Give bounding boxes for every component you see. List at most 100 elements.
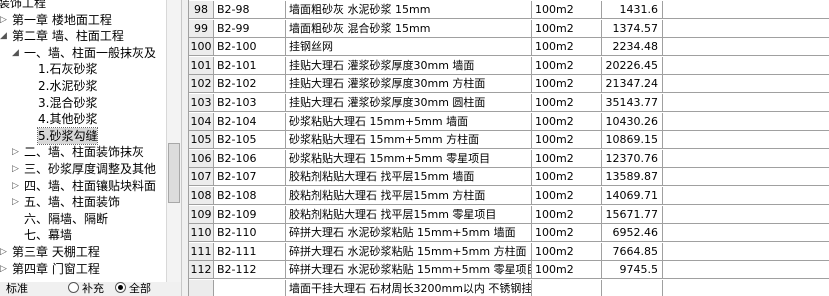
quota-unit: 100m2 — [532, 1, 602, 19]
empty-cell — [663, 224, 829, 243]
row-index: 107 — [189, 168, 214, 187]
tree-item[interactable]: 六、隔墙、隔断 — [24, 211, 108, 227]
quota-code: B2-108 — [214, 187, 286, 205]
tree-expander-icon[interactable]: ▷ — [11, 161, 20, 177]
row-index: 105 — [189, 131, 214, 150]
tree-item[interactable]: 七、幕墙 — [24, 227, 72, 243]
tree-item[interactable]: 三、砂浆厚度调整及其他 — [24, 161, 156, 177]
tree-expander-icon[interactable]: ◢ — [11, 45, 20, 61]
row-index — [189, 280, 214, 296]
table-row[interactable]: 105 B2-105 砂浆粘贴大理石 15mm+5mm 方柱面 100m2 10869.… — [189, 131, 829, 150]
tree-expander-icon[interactable]: ▷ — [11, 194, 20, 210]
quota-code: B2-98 — [214, 1, 286, 19]
table-row[interactable]: 112 B2-112 碎拼大理石 水泥砂浆粘贴 15mm+5mm 零星项目 100m2… — [189, 261, 829, 280]
quota-unit: 100m2 — [532, 131, 602, 150]
tree-item[interactable]: 第一章 楼地面工程 — [12, 12, 112, 28]
table-row[interactable]: 100 B2-100 挂钢丝网 100m2 2234.48 — [189, 38, 829, 57]
filter-option-supplement[interactable]: 补充 — [68, 282, 104, 296]
chapter-tree[interactable]: 装饰工程 ▷ 第一章 楼地面工程 ◢ 第二章 墙、柱面工程 ◢ 一、墙、柱面一般抹灰及 1.石… — [0, 0, 167, 282]
tree-item[interactable]: 5.砂浆勾缝 — [36, 126, 99, 145]
table-row[interactable]: 109 B2-109 胶粘剂粘贴大理石 找平层15mm 零星项目 100m2 15671… — [189, 205, 829, 224]
empty-cell — [663, 206, 829, 224]
quota-name: 墙面干挂大理石 石材周长3200mm以内 不锈钢挂 — [286, 280, 532, 296]
table-row[interactable]: 101 B2-101 挂贴大理石 灌浆砂浆厚度30mm 墙面 100m2 20226.4… — [189, 56, 829, 75]
table-row[interactable]: 108 B2-108 胶粘剂粘贴大理石 找平层15mm 方柱面 100m2 14069.… — [189, 187, 829, 205]
table-row[interactable]: 墙面干挂大理石 石材周长3200mm以内 不锈钢挂 — [189, 280, 829, 296]
tree-item[interactable]: 四、墙、柱面镶贴块料面 — [24, 178, 156, 194]
tree-item[interactable]: 第二章 墙、柱面工程 — [12, 28, 124, 44]
quota-code — [214, 280, 286, 296]
quota-code: B2-105 — [214, 131, 286, 150]
tree-expander-icon[interactable]: ▷ — [0, 12, 8, 28]
quota-price: 12370.76 — [602, 149, 663, 168]
panel-splitter[interactable] — [181, 0, 189, 296]
quota-name: 砂浆粘贴大理石 15mm+5mm 墙面 — [286, 112, 532, 131]
filter-label: 标准 — [6, 282, 28, 295]
table-row[interactable]: 98 B2-98 墙面粗砂灰 水泥砂浆 15mm 100m2 1431.6 — [189, 1, 829, 19]
empty-cell — [663, 38, 829, 57]
tree-expander-icon[interactable]: ▷ — [11, 144, 20, 160]
quota-name: 砂浆粘贴大理石 15mm+5mm 零星项目 — [286, 149, 532, 168]
tree-item[interactable]: 五、墙、柱面装饰 — [24, 194, 120, 210]
row-index: 101 — [189, 56, 214, 75]
tree-item[interactable]: 2.水泥砂浆 — [38, 78, 97, 94]
table-row[interactable]: 110 B2-110 碎拼大理石 水泥砂浆粘贴 15mm+5mm 墙面 100m2 69… — [189, 224, 829, 243]
table-row[interactable]: 111 B2-111 碎拼大理石 水泥砂浆粘贴 15mm+5mm 方柱面 100m2 7… — [189, 242, 829, 261]
tree-vertical-scrollbar[interactable] — [166, 0, 181, 282]
quota-price: 21347.24 — [602, 75, 663, 94]
quota-price: 13589.87 — [602, 168, 663, 187]
quota-price: 35143.77 — [602, 94, 663, 112]
quota-unit: 100m2 — [532, 56, 602, 75]
tree-item[interactable]: 二、墙、柱面装饰抹灰 — [24, 144, 144, 160]
empty-cell — [663, 187, 829, 205]
table-row[interactable]: 103 B2-103 挂贴大理石 灌浆砂浆厚度30mm 圆柱面 100m2 35143.… — [189, 94, 829, 112]
tree-item[interactable]: 第三章 天棚工程 — [12, 244, 100, 260]
quota-code: B2-106 — [214, 149, 286, 168]
filter-option-supplement-label: 补充 — [82, 282, 104, 295]
table-row[interactable]: 107 B2-107 胶粘剂粘贴大理石 找平层15mm 墙面 100m2 13589.8… — [189, 168, 829, 187]
quota-code: B2-100 — [214, 38, 286, 57]
quota-price: 7664.85 — [602, 242, 663, 261]
quota-price: 6952.46 — [602, 224, 663, 243]
quota-name: 挂贴大理石 灌浆砂浆厚度30mm 圆柱面 — [286, 94, 532, 112]
quota-name: 碎拼大理石 水泥砂浆粘贴 15mm+5mm 零星项目 — [286, 261, 532, 280]
radio-all[interactable] — [115, 282, 126, 293]
quota-name: 挂贴大理石 灌浆砂浆厚度30mm 墙面 — [286, 56, 532, 75]
row-index: 104 — [189, 112, 214, 131]
tree-expander-icon[interactable]: ▷ — [0, 261, 8, 277]
quota-name: 墙面粗砂灰 混合砂浆 15mm — [286, 19, 532, 38]
tree-item[interactable]: 第四章 门窗工程 — [12, 261, 100, 277]
empty-cell — [663, 113, 829, 131]
filter-option-all[interactable]: 全部 — [115, 282, 151, 296]
quota-price: 1374.57 — [602, 19, 663, 38]
row-index: 110 — [189, 224, 214, 243]
empty-cell — [663, 280, 829, 296]
quota-table: 98 B2-98 墙面粗砂灰 水泥砂浆 15mm 100m2 1431.6 99 B2-99… — [189, 0, 829, 296]
tree-expander-icon[interactable]: ▷ — [0, 244, 8, 260]
row-index: 106 — [189, 149, 214, 168]
table-row[interactable]: 99 B2-99 墙面粗砂灰 混合砂浆 15mm 100m2 1374.57 — [189, 19, 829, 38]
quota-unit: 100m2 — [532, 224, 602, 243]
empty-cell — [663, 243, 829, 261]
quota-unit: 100m2 — [532, 187, 602, 205]
quota-code: B2-99 — [214, 19, 286, 38]
quota-unit — [532, 280, 602, 296]
row-index: 111 — [189, 242, 214, 261]
tree-item[interactable]: 1.石灰砂浆 — [38, 61, 97, 77]
tree-expander-icon[interactable]: ◢ — [0, 28, 8, 44]
tree-expander-icon[interactable]: ▷ — [11, 178, 20, 194]
tree-item[interactable]: 装饰工程 — [0, 0, 46, 11]
radio-supplement[interactable] — [68, 282, 79, 293]
tree-item[interactable]: 一、墙、柱面一般抹灰及 — [24, 45, 156, 61]
row-index: 108 — [189, 187, 214, 205]
scrollbar-thumb[interactable] — [168, 143, 180, 203]
table-row[interactable]: 104 B2-104 砂浆粘贴大理石 15mm+5mm 墙面 100m2 10430.2… — [189, 112, 829, 131]
quota-price: 10430.26 — [602, 112, 663, 131]
table-row[interactable]: 102 B2-102 挂贴大理石 灌浆砂浆厚度30mm 方柱面 100m2 21347.… — [189, 75, 829, 94]
table-row[interactable]: 106 B2-106 砂浆粘贴大理石 15mm+5mm 零星项目 100m2 12370… — [189, 149, 829, 168]
empty-cell — [663, 131, 829, 150]
tree-item[interactable]: 3.混合砂浆 — [38, 95, 97, 111]
tree-item[interactable]: 4.其他砂浆 — [38, 111, 97, 127]
quota-unit: 100m2 — [532, 168, 602, 187]
quota-code: B2-101 — [214, 56, 286, 75]
